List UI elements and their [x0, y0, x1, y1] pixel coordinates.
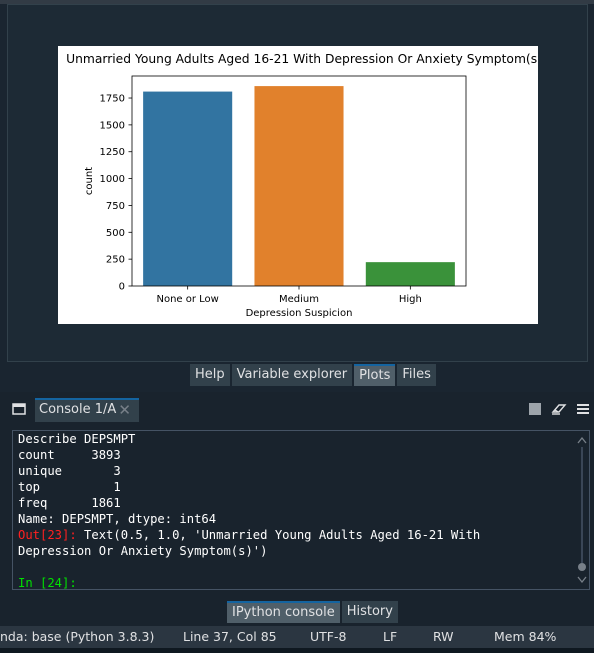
status-encoding: UTF-8	[310, 629, 347, 644]
y-tick-label-7: 1750	[100, 94, 125, 105]
in-prompt: In [24]:	[18, 576, 77, 590]
bar-1	[254, 86, 344, 286]
bottom-strip	[0, 648, 594, 653]
out-prompt: Out[23]:	[18, 528, 77, 542]
x-tick-label-1: Medium	[279, 294, 319, 305]
x-tick-label-0: None or Low	[156, 294, 218, 305]
console-line: unique 3	[18, 464, 121, 478]
plot-figure: Unmarried Young Adults Aged 16-21 With D…	[58, 46, 538, 324]
y-tick-label-2: 500	[106, 228, 125, 239]
eraser-icon[interactable]	[551, 402, 567, 416]
console-line: count 3893	[18, 448, 121, 462]
tab-help[interactable]: Help	[190, 364, 230, 386]
x-axis-label: Depression Suspicion	[246, 308, 353, 319]
x-tick-label-2: High	[399, 294, 422, 305]
y-axis-label: count	[84, 167, 95, 195]
tab-plots[interactable]: Plots	[354, 364, 396, 386]
tab-variable-explorer[interactable]: Variable explorer	[231, 364, 353, 386]
status-position: Line 37, Col 85	[183, 629, 277, 644]
y-tick-label-1: 250	[106, 255, 125, 266]
out-text: Text(0.5, 1.0, 'Unmarried Young Adults A…	[76, 528, 481, 542]
chart-title: Unmarried Young Adults Aged 16-21 With D…	[66, 52, 538, 66]
console-pane: Console 1/A ✕ Describe DEPSMPT count 3893…	[0, 392, 594, 625]
y-tick-label-5: 1250	[100, 147, 125, 158]
console-tab-label: Console 1/A	[39, 402, 117, 417]
status-bar: nda: base (Python 3.8.3) Line 37, Col 85…	[0, 626, 594, 648]
console-out-line: Out[23]: Text(0.5, 1.0, 'Unmarried Young…	[18, 527, 480, 543]
console-pane-tabbar: IPython console History	[227, 601, 398, 624]
window-icon[interactable]	[12, 402, 26, 416]
bar-2	[365, 262, 455, 286]
bar-0	[143, 91, 233, 287]
close-icon[interactable]: ✕	[118, 400, 131, 420]
y-tick-label-4: 1000	[100, 174, 125, 185]
bar-chart: Unmarried Young Adults Aged 16-21 With D…	[66, 52, 538, 319]
console-line: Name: DEPSMPT, dtype: int64	[18, 512, 217, 526]
status-memory: Mem 84%	[494, 629, 557, 644]
tab-files[interactable]: Files	[397, 364, 436, 386]
y-tick-label-0: 0	[119, 282, 125, 293]
tab-console[interactable]: Console 1/A ✕	[35, 398, 139, 422]
tab-ipython-console[interactable]: IPython console	[227, 601, 340, 623]
plots-pane: Unmarried Young Adults Aged 16-21 With D…	[0, 0, 594, 392]
console-in-line: In [24]:	[18, 575, 480, 591]
y-tick-label-6: 1500	[100, 120, 125, 131]
console-scrollbar[interactable]	[577, 437, 587, 583]
console-line: top 1	[18, 480, 121, 494]
status-permissions: RW	[433, 629, 454, 644]
status-env: nda: base (Python 3.8.3)	[0, 629, 155, 644]
menu-icon[interactable]	[576, 402, 590, 416]
console-header: Console 1/A ✕	[0, 398, 594, 422]
tab-history[interactable]: History	[341, 601, 398, 623]
console-line: Describe DEPSMPT	[18, 432, 136, 446]
stop-icon[interactable]	[528, 402, 542, 416]
y-tick-label-3: 750	[106, 201, 125, 212]
console-output[interactable]: Describe DEPSMPT count 3893 unique 3 top 1 f…	[12, 430, 590, 590]
plots-pane-tabbar: Help Variable explorer Plots Files	[190, 364, 436, 387]
console-line: freq 1861	[18, 496, 121, 510]
console-text: Describe DEPSMPT count 3893 unique 3 top 1 f…	[18, 431, 480, 591]
console-out-line-2: Depression Or Anxiety Symptom(s)')	[18, 544, 268, 558]
status-eol: LF	[383, 629, 398, 644]
